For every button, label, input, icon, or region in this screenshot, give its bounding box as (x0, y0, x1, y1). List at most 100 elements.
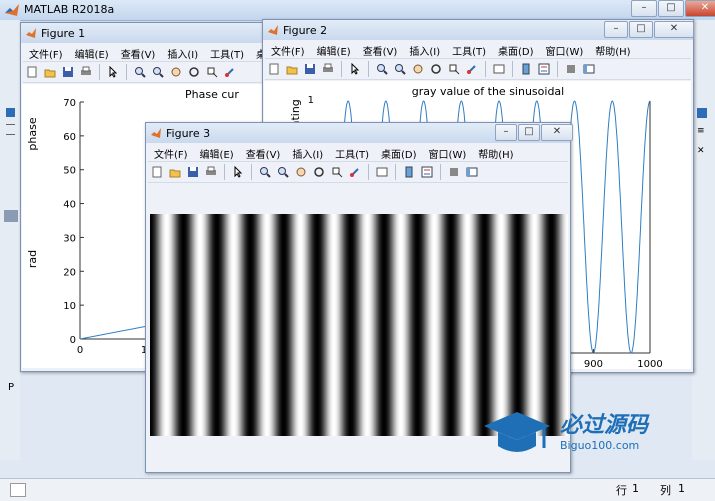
menu-insert[interactable]: 插入(I) (286, 146, 329, 161)
zoom-out-icon[interactable] (151, 65, 165, 79)
maximize-button[interactable]: □ (658, 0, 684, 17)
menu-file[interactable]: 文件(F) (23, 46, 69, 61)
show-plot-tools-icon[interactable] (465, 165, 479, 179)
figure-2-titlebar: Figure 2 – □ ✕ (263, 20, 694, 40)
matlab-figure-icon (26, 28, 36, 38)
list-icon[interactable] (6, 124, 15, 135)
y-tick-label: 40 (63, 200, 76, 211)
y-tick-label: 0 (70, 335, 76, 346)
y-tick-label: 1 (308, 95, 314, 106)
show-plot-tools-icon[interactable] (582, 62, 596, 76)
menu-window[interactable]: 窗口(W) (540, 43, 590, 58)
zoom-out-icon[interactable] (393, 62, 407, 76)
brush-icon[interactable] (465, 62, 479, 76)
status-bar: 行 1 列 1 (0, 478, 715, 501)
toolbar-separator (512, 61, 513, 77)
menu-tools[interactable]: 工具(T) (329, 146, 375, 161)
menu-file[interactable]: 文件(F) (148, 146, 194, 161)
menu-help[interactable]: 帮助(H) (472, 146, 519, 161)
brush-icon[interactable] (348, 165, 362, 179)
x-tick-label: 0 (77, 345, 83, 356)
figure-3-title: Figure 3 (166, 127, 211, 140)
menu-file[interactable]: 文件(F) (265, 43, 311, 58)
menu-insert[interactable]: 插入(I) (403, 43, 446, 58)
print-icon[interactable] (204, 165, 218, 179)
pan-icon[interactable] (169, 65, 183, 79)
hide-plot-tools-icon[interactable] (564, 62, 578, 76)
brush-icon[interactable] (223, 65, 237, 79)
data-cursor-icon[interactable] (330, 165, 344, 179)
row-label: 行 (616, 484, 627, 497)
toolbar-separator (368, 61, 369, 77)
open-file-icon[interactable] (168, 165, 182, 179)
watermark-url-text: Biguo100.com (560, 439, 640, 452)
minimize-button[interactable]: – (604, 21, 628, 38)
menu-view[interactable]: 查看(V) (357, 43, 404, 58)
hide-plot-tools-icon[interactable] (447, 165, 461, 179)
maximize-button[interactable]: □ (629, 21, 653, 38)
watermark-logo: 必过源码 Biguo100.com (482, 405, 682, 460)
pan-icon[interactable] (294, 165, 308, 179)
menu-insert[interactable]: 插入(I) (161, 46, 204, 61)
list-icon[interactable]: ≡ (697, 126, 705, 136)
colorbar-icon[interactable] (519, 62, 533, 76)
menu-desktop[interactable]: 桌面(D) (375, 146, 423, 161)
rotate-3d-icon[interactable] (429, 62, 443, 76)
menu-edit[interactable]: 编辑(E) (69, 46, 115, 61)
zoom-in-icon[interactable] (375, 62, 389, 76)
zoom-out-icon[interactable] (276, 165, 290, 179)
fringe-rect (150, 214, 568, 436)
menu-window[interactable]: 窗口(W) (423, 146, 473, 161)
y-tick-label: 50 (63, 166, 76, 177)
menu-desktop[interactable]: 桌面(D) (492, 43, 540, 58)
close-panel-icon[interactable]: ✕ (697, 146, 705, 156)
save-icon[interactable] (61, 65, 75, 79)
menu-edit[interactable]: 编辑(E) (311, 43, 357, 58)
maximize-button[interactable]: □ (518, 124, 540, 141)
pointer-icon[interactable] (106, 65, 120, 79)
new-figure-icon[interactable] (150, 165, 164, 179)
figure-3-toolbar (148, 161, 568, 183)
pan-icon[interactable] (411, 62, 425, 76)
menu-help[interactable]: 帮助(H) (589, 43, 636, 58)
zoom-in-icon[interactable] (258, 165, 272, 179)
col-value: 1 (678, 482, 685, 495)
link-plot-icon[interactable] (375, 165, 389, 179)
figure-3-menubar: 文件(F) 编辑(E) 查看(V) 插入(I) 工具(T) 桌面(D) 窗口(W… (148, 144, 568, 162)
panel-block-icon (4, 210, 18, 222)
toolbar-separator (99, 64, 100, 80)
matlab-right-panel: ≡ ✕ (692, 20, 715, 460)
menu-view[interactable]: 查看(V) (115, 46, 162, 61)
zoom-in-icon[interactable] (133, 65, 147, 79)
colorbar-icon[interactable] (402, 165, 416, 179)
data-cursor-icon[interactable] (205, 65, 219, 79)
y-tick-label: 60 (63, 132, 76, 143)
new-figure-icon[interactable] (25, 65, 39, 79)
rotate-3d-icon[interactable] (312, 165, 326, 179)
save-icon[interactable] (303, 62, 317, 76)
menu-edit[interactable]: 编辑(E) (194, 146, 240, 161)
pointer-icon[interactable] (231, 165, 245, 179)
legend-icon[interactable] (537, 62, 551, 76)
close-button[interactable]: ✕ (685, 0, 715, 17)
close-button[interactable]: ✕ (541, 124, 573, 141)
data-cursor-icon[interactable] (447, 62, 461, 76)
open-file-icon[interactable] (43, 65, 57, 79)
minimize-button[interactable]: – (495, 124, 517, 141)
link-plot-icon[interactable] (492, 62, 506, 76)
save-icon[interactable] (186, 165, 200, 179)
menu-tools[interactable]: 工具(T) (446, 43, 492, 58)
fringe-pattern-image (150, 214, 568, 436)
print-icon[interactable] (321, 62, 335, 76)
menu-tools[interactable]: 工具(T) (204, 46, 250, 61)
close-button[interactable]: ✕ (654, 21, 694, 38)
rotate-3d-icon[interactable] (187, 65, 201, 79)
open-file-icon[interactable] (285, 62, 299, 76)
legend-icon[interactable] (420, 165, 434, 179)
minimize-button[interactable]: – (631, 0, 657, 17)
menu-view[interactable]: 查看(V) (240, 146, 287, 161)
print-icon[interactable] (79, 65, 93, 79)
pointer-icon[interactable] (348, 62, 362, 76)
matlab-titlebar: MATLAB R2018a – □ ✕ (0, 0, 715, 21)
new-figure-icon[interactable] (267, 62, 281, 76)
